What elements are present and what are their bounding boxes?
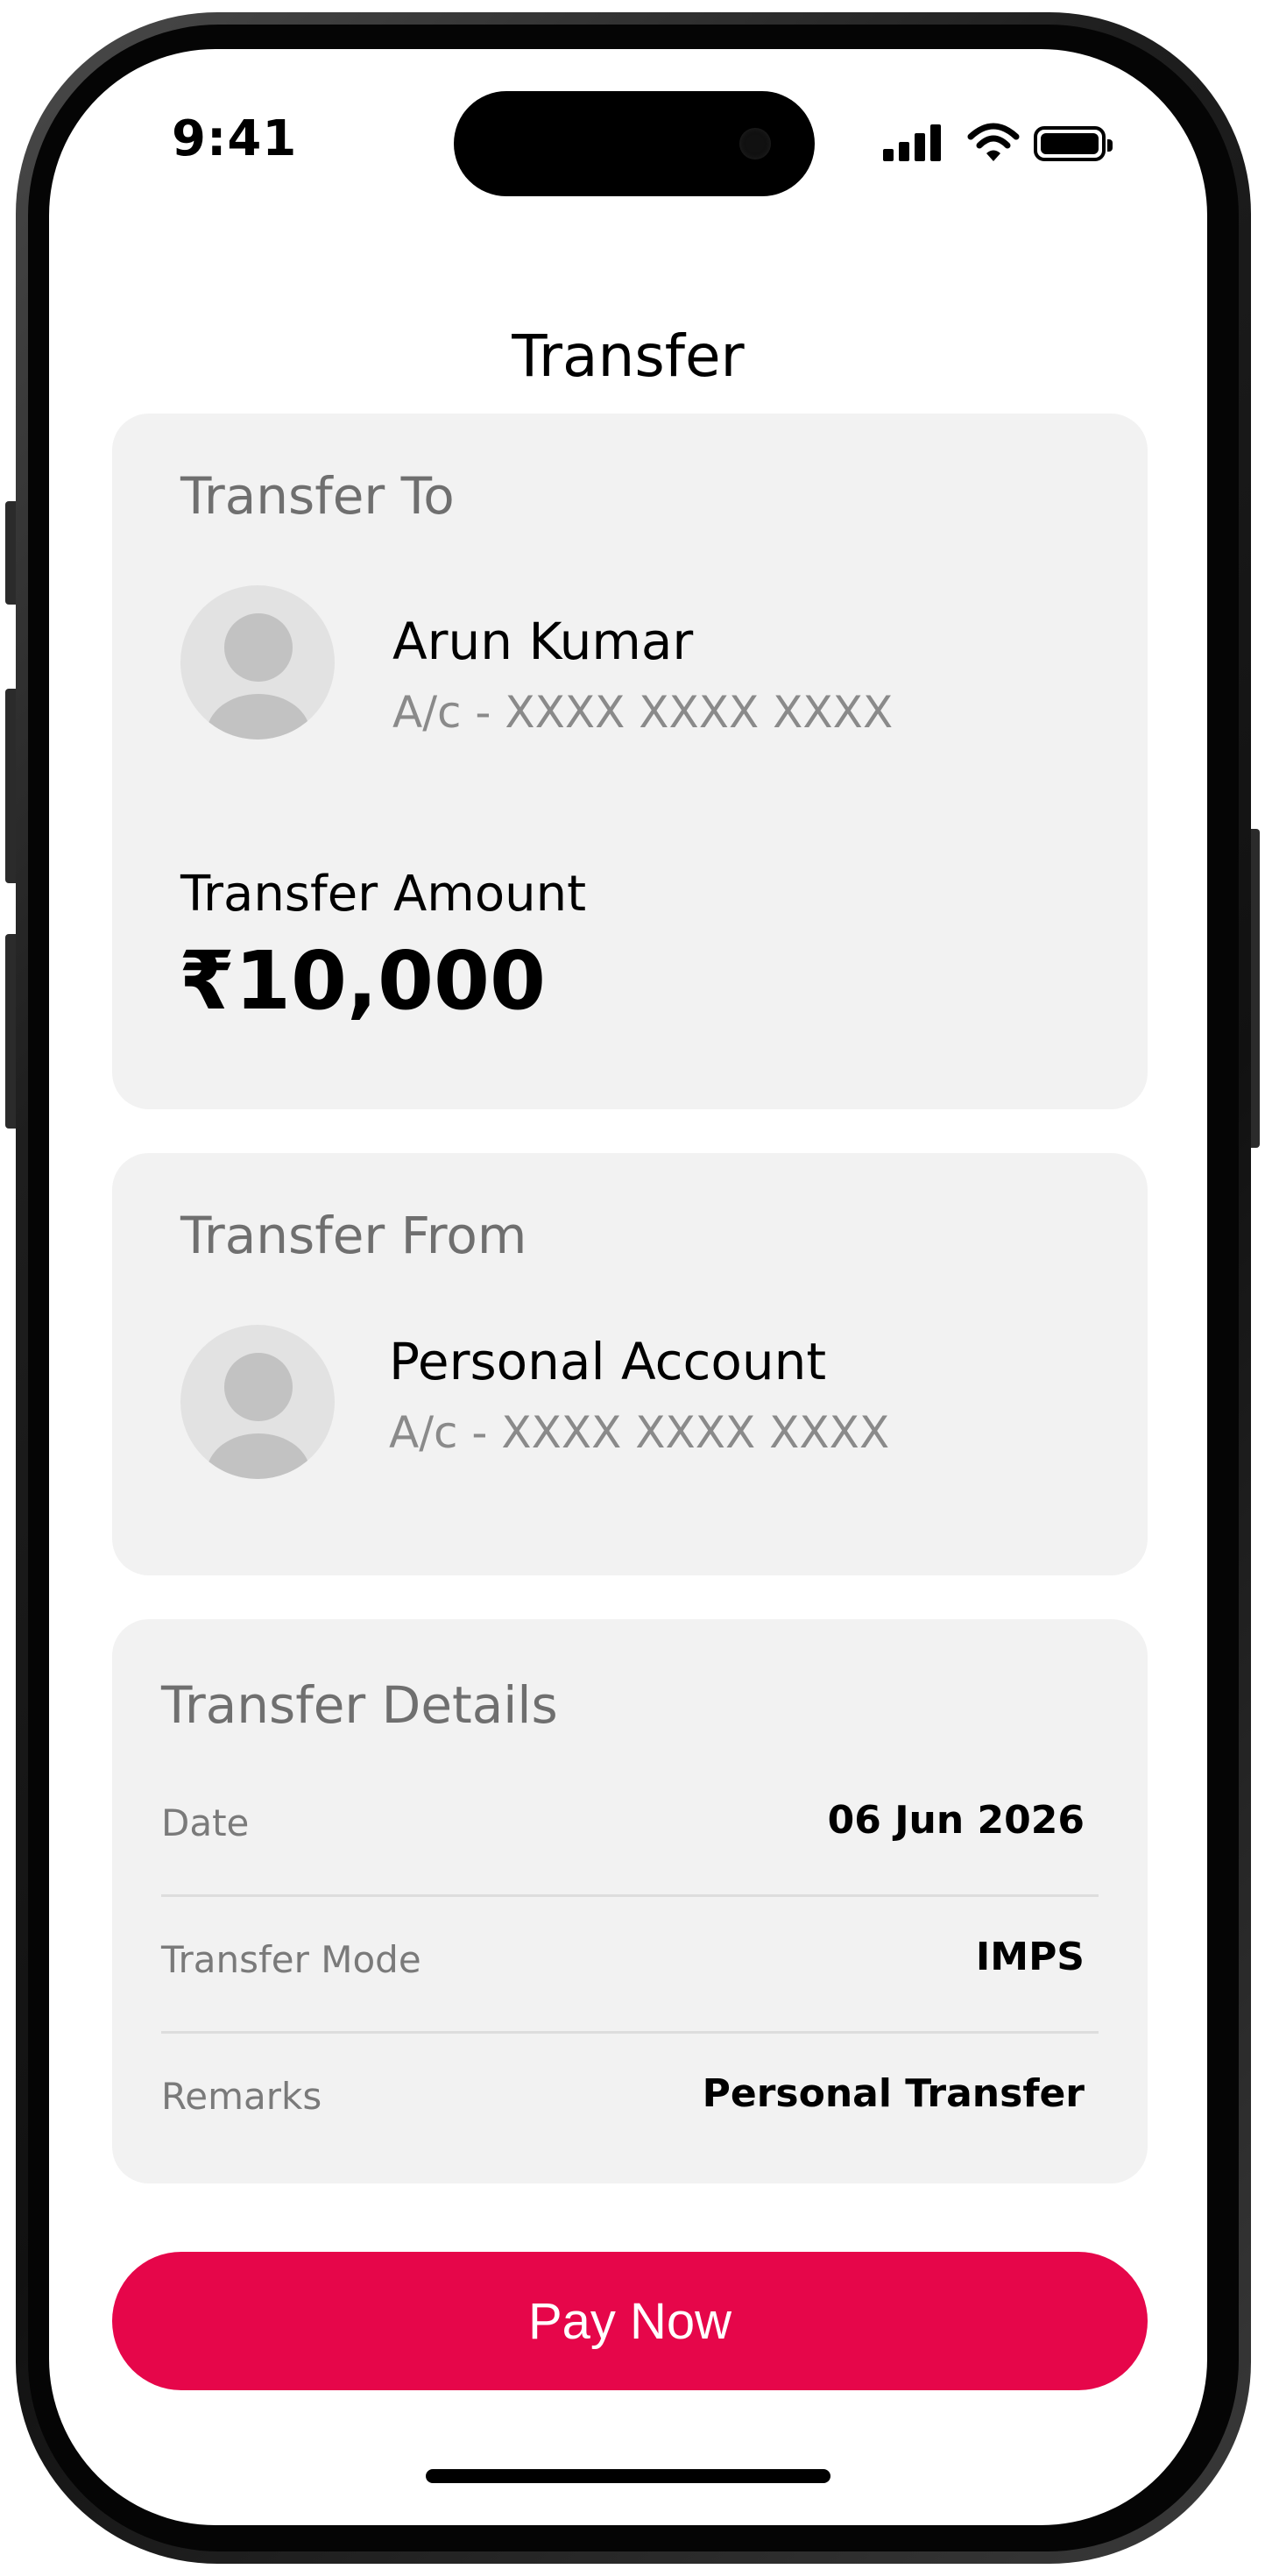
detail-label: Transfer Mode: [161, 1938, 421, 1981]
camera-lens-icon: [739, 128, 771, 159]
dynamic-island: [454, 91, 815, 196]
detail-row-transfer-mode: Transfer Mode IMPS: [161, 1900, 1099, 2031]
transfer-from-card: Transfer From Personal Account A/c - XXX…: [112, 1153, 1148, 1575]
detail-value: Personal Transfer: [702, 2071, 1085, 2116]
status-icons: [883, 121, 1113, 173]
home-indicator[interactable]: [426, 2469, 830, 2483]
transfer-details-card: Transfer Details Date 06 Jun 2026 Transf…: [112, 1619, 1148, 2183]
wifi-icon: [967, 123, 1020, 161]
detail-label: Date: [161, 1801, 250, 1844]
transfer-to-heading: Transfer To: [180, 466, 455, 526]
recipient-avatar-icon: [180, 585, 335, 740]
source-account-avatar-icon: [180, 1325, 335, 1479]
recipient-account: A/c - XXXX XXXX XXXX: [392, 687, 894, 738]
divider: [161, 2031, 1099, 2034]
source-account-number: A/c - XXXX XXXX XXXX: [389, 1407, 890, 1458]
detail-row-date: Date 06 Jun 2026: [161, 1763, 1099, 1894]
recipient-name: Arun Kumar: [392, 612, 694, 671]
status-time: 9:41: [172, 110, 298, 167]
app-screen: 9:41 Transfer Transfer To Arun Kumar A/c…: [49, 49, 1207, 2525]
transfer-amount-value: ₹10,000: [179, 934, 547, 1028]
pay-now-button[interactable]: Pay Now: [112, 2252, 1148, 2390]
divider: [161, 1894, 1099, 1897]
detail-row-remarks: Remarks Personal Transfer: [161, 2036, 1099, 2168]
detail-label: Remarks: [161, 2075, 322, 2118]
source-account-name: Personal Account: [389, 1332, 827, 1391]
transfer-from-heading: Transfer From: [180, 1206, 527, 1265]
detail-value: 06 Jun 2026: [827, 1798, 1085, 1843]
transfer-details-heading: Transfer Details: [161, 1675, 558, 1735]
transfer-amount-label: Transfer Amount: [180, 866, 587, 923]
battery-icon: [1034, 126, 1113, 161]
page-title: Transfer: [512, 322, 745, 390]
detail-value: IMPS: [975, 1935, 1085, 1979]
transfer-to-card: Transfer To Arun Kumar A/c - XXXX XXXX X…: [112, 414, 1148, 1109]
